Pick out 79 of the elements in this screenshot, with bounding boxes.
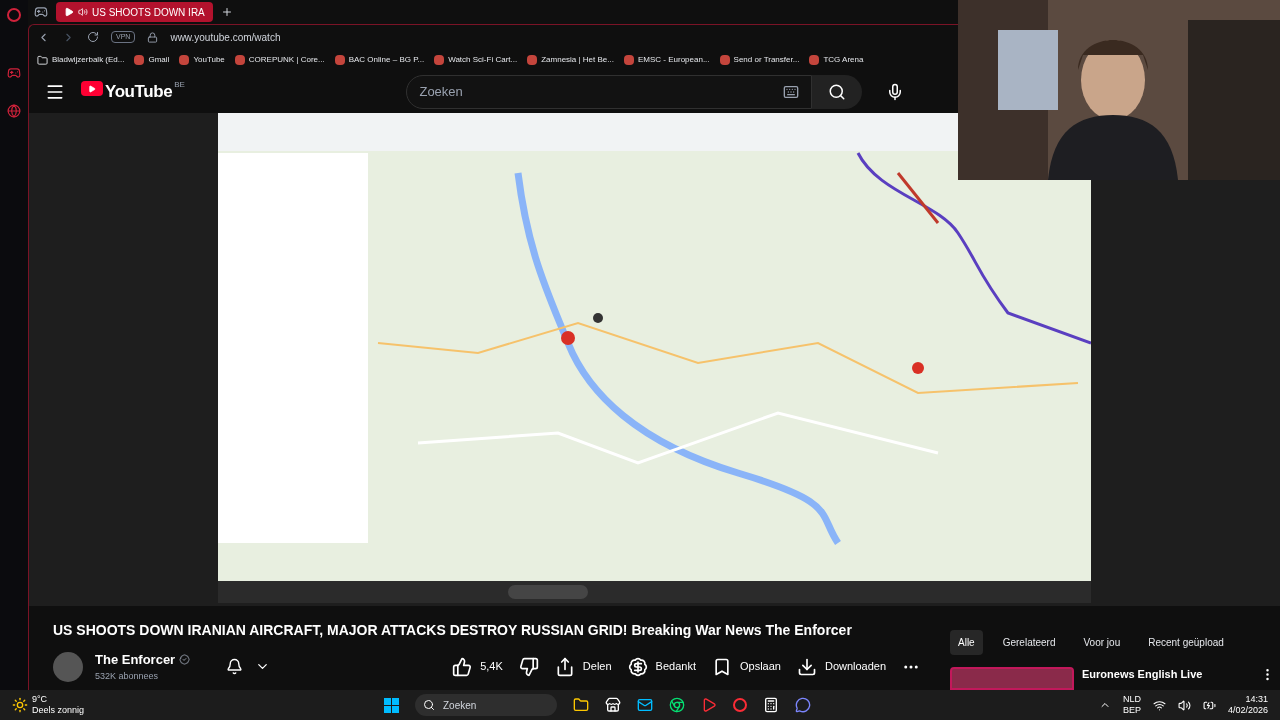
search-icon	[828, 83, 847, 101]
download-icon	[796, 656, 817, 677]
bookmark-link[interactable]: YouTube	[179, 54, 225, 66]
action-button[interactable]: Opslaan	[711, 656, 781, 677]
folder-icon[interactable]	[573, 697, 589, 713]
site-favicon-icon	[527, 55, 538, 65]
video-thumbnail[interactable]	[950, 667, 1074, 690]
filter-chip[interactable]: Alle	[950, 630, 983, 655]
lock-icon	[147, 31, 159, 43]
volume-icon[interactable]	[1177, 698, 1191, 712]
site-favicon-icon	[134, 55, 145, 65]
chrome-icon[interactable]	[669, 697, 685, 713]
bookmark-link[interactable]: TCG Arena	[809, 54, 864, 66]
action-button[interactable]: Delen	[554, 656, 612, 677]
store-icon[interactable]	[605, 697, 621, 713]
dislike-icon[interactable]	[518, 656, 539, 677]
site-favicon-icon	[719, 55, 730, 65]
youtube-logo-icon[interactable]	[81, 81, 103, 97]
thumbs-up-icon	[452, 656, 473, 677]
chat-icon[interactable]	[795, 697, 811, 713]
keyboard-layout[interactable]: BEP	[1122, 705, 1141, 717]
bookmark-link[interactable]: Bladwijzerbalk (Ed...	[37, 54, 125, 66]
filter-chip[interactable]: Recent geüpload	[1140, 630, 1232, 655]
keyboard-icon[interactable]	[783, 84, 800, 100]
gamepad-icon[interactable]	[7, 66, 21, 80]
youtube-icon[interactable]	[701, 697, 717, 713]
clock-time[interactable]: 14:31	[1245, 693, 1268, 705]
calculator-icon[interactable]	[763, 697, 779, 713]
video-title: US SHOOTS DOWN IRANIAN AIRCRAFT, MAJOR ATTACKS DESTROY RUSSIAN GRID! Breaking War News The Enforcer	[53, 622, 852, 638]
filter-chip[interactable]: Voor jou	[1075, 630, 1129, 655]
opera-icon[interactable]	[733, 698, 747, 712]
video-player[interactable]	[29, 113, 1280, 606]
address-field[interactable]: www.youtube.com/watch	[170, 29, 281, 45]
related-video-title[interactable]: Euronews English Live	[1082, 666, 1203, 690]
bookmark-link[interactable]: Gmail	[134, 54, 170, 66]
bookmark-link[interactable]: Zamnesia | Het Be...	[527, 54, 614, 66]
search-field[interactable]: Zoeken	[406, 75, 813, 109]
globe-icon[interactable]	[7, 104, 21, 118]
site-favicon-icon	[623, 55, 634, 65]
country-code: BE	[174, 79, 185, 92]
weather-description: Deels zonnig	[32, 705, 85, 717]
youtube-icon	[64, 7, 74, 17]
mail-icon[interactable]	[637, 697, 653, 713]
search-icon	[423, 699, 435, 711]
opera-logo-icon[interactable]	[7, 8, 21, 22]
folder-icon	[37, 54, 48, 66]
channel-name[interactable]: The Enforcer	[95, 650, 176, 670]
action-button[interactable]: Downloaden	[796, 656, 887, 677]
bookmark-link[interactable]: COREPUNK | Core...	[234, 54, 325, 66]
taskbar-search-field[interactable]: Zoeken	[415, 694, 557, 716]
bookmark-link[interactable]: EMSC - European...	[623, 54, 710, 66]
action-button[interactable]: 5,4K	[452, 656, 503, 677]
site-favicon-icon	[334, 55, 345, 65]
language[interactable]: NLD	[1122, 693, 1141, 705]
browser-tab[interactable]: US SHOOTS DOWN IRA	[56, 2, 213, 22]
bookmark-link[interactable]: Send or Transfer...	[719, 54, 800, 66]
tab-title: US SHOOTS DOWN IRA	[92, 5, 205, 20]
site-favicon-icon	[809, 55, 820, 65]
filter-chip[interactable]: Gerelateerd	[994, 630, 1064, 655]
menu-icon[interactable]	[45, 82, 65, 102]
clock-date[interactable]: 4/02/2026	[1227, 705, 1268, 717]
subscriber-count: 532K abonnees	[95, 669, 160, 683]
temperature: 9°C	[32, 693, 49, 705]
bell-icon[interactable]	[226, 658, 244, 675]
new-tab-icon[interactable]	[220, 6, 233, 18]
site-favicon-icon	[234, 55, 245, 65]
bookmark-link[interactable]: Watch Sci-Fi Cart...	[434, 54, 518, 66]
dollar-badge-icon	[627, 656, 648, 677]
weather-icon[interactable]	[12, 697, 28, 713]
wifi-icon[interactable]	[1152, 698, 1166, 712]
site-favicon-icon	[434, 55, 445, 65]
bookmark-link[interactable]: BAC Online – BG P...	[334, 54, 425, 66]
action-button[interactable]: Bedankt	[627, 656, 696, 677]
search-button[interactable]	[812, 75, 863, 109]
reload-icon[interactable]	[87, 31, 99, 43]
start-icon[interactable]	[384, 697, 399, 713]
channel-avatar[interactable]	[53, 651, 83, 682]
site-favicon-icon	[179, 55, 190, 65]
youtube-logo[interactable]: YouTube	[105, 79, 173, 105]
